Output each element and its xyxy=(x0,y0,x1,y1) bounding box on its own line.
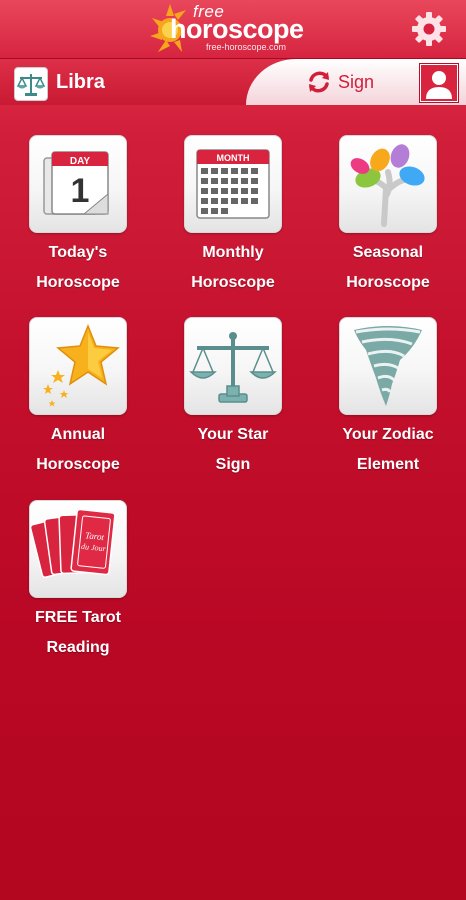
tarot-cards-icon[interactable]: Tarot du Jour xyxy=(29,500,127,598)
colorful-tree-icon[interactable] xyxy=(339,135,437,233)
libra-scales-icon[interactable] xyxy=(14,67,48,101)
scales-icon[interactable] xyxy=(184,317,282,415)
sync-icon[interactable] xyxy=(306,69,332,95)
menu-item-todays-horoscope[interactable]: DAY 1 Today's Horoscope xyxy=(18,135,138,298)
menu-item-your-star-sign[interactable]: Your Star Sign xyxy=(173,317,293,480)
gear-icon[interactable] xyxy=(410,10,448,48)
user-bar: Libra Sign xyxy=(0,59,466,105)
sign-button-label[interactable]: Sign xyxy=(338,72,374,93)
menu-item-label[interactable]: Monthly Horoscope xyxy=(173,238,293,298)
logo-main-text: horoscope xyxy=(170,14,304,44)
menu-item-free-tarot-reading[interactable]: Tarot du Jour FREE Tarot Reading xyxy=(18,500,138,663)
daily-calendar-icon[interactable]: DAY 1 xyxy=(29,135,127,233)
menu-item-label[interactable]: Today's Horoscope xyxy=(18,238,138,298)
user-avatar-icon[interactable] xyxy=(420,64,458,102)
app-header: free horoscope free-horoscope.com xyxy=(0,0,466,59)
month-text: MONTH xyxy=(217,153,250,163)
tornado-icon[interactable] xyxy=(339,317,437,415)
menu-item-label[interactable]: Your Zodiac Element xyxy=(328,420,448,480)
menu-item-label[interactable]: Annual Horoscope xyxy=(18,420,138,480)
menu-item-your-zodiac-element[interactable]: Your Zodiac Element xyxy=(328,317,448,480)
shooting-star-icon[interactable] xyxy=(29,317,127,415)
menu-item-label[interactable]: Your Star Sign xyxy=(173,420,293,480)
menu-item-label[interactable]: Seasonal Horoscope xyxy=(328,238,448,298)
monthly-calendar-icon[interactable]: MONTH xyxy=(184,135,282,233)
tarot-text-1: Tarot xyxy=(85,530,105,542)
menu-item-monthly-horoscope[interactable]: MONTH Monthly Horoscope xyxy=(173,135,293,298)
day-text: DAY xyxy=(70,156,91,167)
zodiac-sign-name[interactable]: Libra xyxy=(56,71,105,94)
logo-url-text: free-horoscope.com xyxy=(206,42,287,52)
menu-item-label[interactable]: FREE Tarot Reading xyxy=(18,603,138,663)
svg-text:1: 1 xyxy=(71,172,90,210)
menu-item-seasonal-horoscope[interactable]: Seasonal Horoscope xyxy=(328,135,448,298)
menu-item-annual-horoscope[interactable]: Annual Horoscope xyxy=(18,317,138,480)
free-horoscope-logo: free horoscope free-horoscope.com xyxy=(148,0,308,58)
